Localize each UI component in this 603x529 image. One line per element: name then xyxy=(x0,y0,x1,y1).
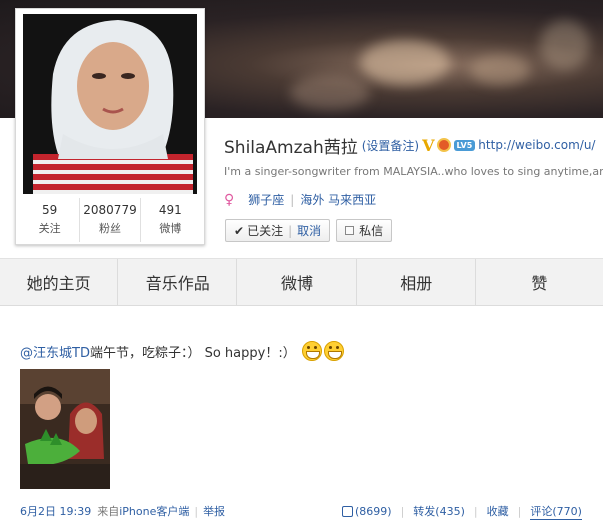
check-icon: ✔ xyxy=(234,223,245,238)
profile-nav: 她的主页 音乐作品 微博 相册 赞 xyxy=(0,258,603,306)
location-link[interactable]: 海外 马来西亚 xyxy=(300,191,376,208)
tab-music[interactable]: 音乐作品 xyxy=(119,259,238,305)
mention-link[interactable]: @汪东城TD xyxy=(20,342,90,361)
stat-value: 2080779 xyxy=(83,203,137,217)
avatar[interactable] xyxy=(23,14,197,194)
divider: | xyxy=(400,504,405,518)
profile-name-row: ShilaAmzah茜拉 (设置备注) V LV5 http://weibo.c… xyxy=(224,133,595,158)
grin-emoji-icon xyxy=(323,341,344,361)
profile-tags: ♀ 狮子座 | 海外 马来西亚 xyxy=(224,191,376,208)
female-icon: ♀ xyxy=(224,191,235,208)
post-actions: (8699) | 转发(435) | 收藏 | 评论(770) xyxy=(342,503,582,520)
post-time-link[interactable]: 6月2日 19:39 xyxy=(20,503,91,519)
divider: | xyxy=(194,504,199,518)
stat-label: 粉丝 xyxy=(98,222,121,235)
cover-light xyxy=(290,75,370,110)
unfollow-link[interactable]: 取消 xyxy=(297,222,321,239)
divider: | xyxy=(288,223,293,238)
post-content: @汪东城TD 端午节，吃粽子：） So happy！:） xyxy=(20,341,344,361)
message-icon xyxy=(345,226,355,235)
username: ShilaAmzah茜拉 xyxy=(224,137,358,158)
tab-weibo[interactable]: 微博 xyxy=(238,259,357,305)
cover-light xyxy=(470,55,530,85)
grin-emoji-icon xyxy=(301,341,322,361)
like-count-link[interactable]: (8699) xyxy=(355,505,392,518)
divider: | xyxy=(290,192,295,207)
source-link[interactable]: iPhone客户端 xyxy=(119,503,189,519)
profile-bio: I'm a singer-songwriter from MALAYSIA..w… xyxy=(224,165,603,178)
zodiac-link[interactable]: 狮子座 xyxy=(248,191,284,208)
message-label: 私信 xyxy=(359,224,384,238)
stat-value: 491 xyxy=(158,203,182,217)
post-text: 端午节，吃粽子：） So happy！:） xyxy=(89,345,296,361)
repost-link[interactable]: 转发(435) xyxy=(413,503,465,519)
divider: | xyxy=(473,504,478,518)
profile-actions: ✔ 已关注 | 取消 私信 xyxy=(225,219,393,242)
stat-following[interactable]: 59 关注 xyxy=(20,198,81,242)
stat-label: 微博 xyxy=(159,222,182,235)
post-photo[interactable] xyxy=(20,369,110,489)
followed-label: 已关注 xyxy=(247,224,284,238)
profile-url-link[interactable]: http://weibo.com/u/ xyxy=(478,138,595,152)
from-label: 来自 xyxy=(97,505,120,518)
favorite-link[interactable]: 收藏 xyxy=(487,503,509,519)
medal-icon[interactable] xyxy=(436,138,451,152)
followed-button[interactable]: ✔ 已关注 | 取消 xyxy=(225,219,331,242)
verified-v-icon[interactable]: V xyxy=(422,136,434,155)
divider: | xyxy=(517,504,522,518)
avatar-image xyxy=(23,14,197,194)
cover-light xyxy=(540,20,590,70)
tab-home[interactable]: 她的主页 xyxy=(0,259,119,305)
post-footer: 6月2日 19:39 来自 iPhone客户端 | 举报 (8699) | 转发… xyxy=(20,503,603,520)
avatar-card: 59 关注 2080779 粉丝 491 微博 xyxy=(15,8,205,245)
set-remark-link[interactable]: (设置备注) xyxy=(362,137,419,154)
report-link[interactable]: 举报 xyxy=(203,503,225,519)
message-button[interactable]: 私信 xyxy=(336,219,393,242)
profile-stats: 59 关注 2080779 粉丝 491 微博 xyxy=(20,198,200,242)
comment-link[interactable]: 评论(770) xyxy=(530,503,582,520)
stat-followers[interactable]: 2080779 粉丝 xyxy=(80,198,141,242)
tab-likes[interactable]: 赞 xyxy=(476,259,602,305)
cover-light xyxy=(360,40,450,85)
thumbs-up-icon[interactable] xyxy=(342,505,353,517)
post-photo-image xyxy=(20,369,110,489)
tab-album[interactable]: 相册 xyxy=(357,259,476,305)
stat-value: 59 xyxy=(42,203,58,217)
stat-posts[interactable]: 491 微博 xyxy=(141,198,200,242)
stat-label: 关注 xyxy=(38,222,61,235)
vip-level-badge[interactable]: LV5 xyxy=(453,139,476,151)
